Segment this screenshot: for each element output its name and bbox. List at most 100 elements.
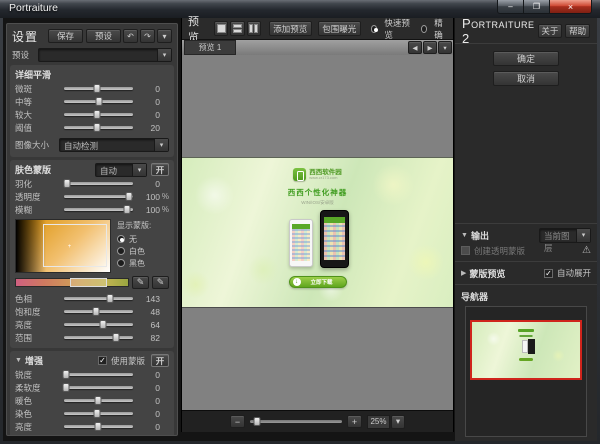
radio-icon[interactable] — [117, 247, 125, 255]
preset-combobox[interactable]: ▾ — [38, 48, 172, 62]
preview-panel: 预览 添加预览 包围曝光 快速预览 精确 预览 1 ◀ ▶ — [181, 18, 454, 432]
collapse-arrow-icon[interactable]: ▼ — [15, 357, 22, 364]
slider-track[interactable] — [64, 373, 133, 376]
slider-thumb[interactable] — [95, 97, 102, 106]
slider-track[interactable] — [64, 297, 133, 300]
ok-button[interactable]: 确定 — [493, 51, 559, 66]
bracket-exposure-button[interactable]: 包围曝光 — [318, 21, 361, 36]
slider-track[interactable] — [64, 425, 133, 428]
chevron-down-icon[interactable]: ▾ — [391, 415, 405, 429]
chevron-down-icon[interactable]: ▾ — [132, 164, 146, 176]
view-split-horizontal-button[interactable] — [230, 21, 244, 36]
preview-canvas[interactable]: 西西软件园 www.cr173.com 西西个性化神器 WIN/IOS/安卓版 … — [182, 55, 453, 410]
zoom-level-value: 25% — [367, 415, 390, 429]
promo-phones — [287, 210, 349, 270]
eyedropper-add-icon[interactable]: ✎ — [132, 276, 149, 289]
slider-thumb[interactable] — [100, 320, 107, 329]
chevron-down-icon[interactable]: ▾ — [157, 49, 171, 61]
slider-track[interactable] — [64, 386, 133, 389]
slider-track[interactable] — [64, 310, 133, 313]
slider-thumb[interactable] — [94, 435, 101, 437]
maximize-button[interactable]: ❐ — [524, 0, 550, 14]
slider-thumb[interactable] — [63, 383, 70, 392]
slider-thumb[interactable] — [124, 205, 131, 214]
undo-icon[interactable]: ↶ — [123, 29, 138, 43]
view-single-button[interactable] — [214, 21, 228, 36]
navigator-box[interactable] — [465, 306, 587, 437]
redo-icon[interactable]: ↷ — [140, 29, 155, 43]
slider-thumb[interactable] — [93, 307, 100, 316]
skin-mask-toggle-button[interactable]: 开 — [151, 163, 169, 176]
slider-thumb[interactable] — [94, 409, 101, 418]
zoom-in-button[interactable]: + — [347, 415, 362, 428]
radio-icon[interactable] — [117, 259, 125, 267]
slider-thumb[interactable] — [94, 422, 101, 431]
slider-track[interactable] — [64, 412, 133, 415]
zoom-out-button[interactable]: − — [230, 415, 245, 428]
view-split-vertical-button[interactable] — [247, 21, 261, 36]
zoom-slider-track[interactable] — [250, 420, 342, 423]
navigator-thumbnail[interactable] — [470, 320, 582, 380]
expand-arrow-icon[interactable]: ▶ — [461, 269, 466, 277]
chevron-down-icon[interactable]: ▾ — [154, 139, 168, 151]
help-button[interactable]: 帮助 — [565, 24, 590, 38]
output-target-dropdown[interactable]: 当前图层 ▾ — [539, 228, 591, 243]
fast-preview-option[interactable]: 快速预览 — [371, 17, 411, 41]
slider-thumb[interactable] — [113, 333, 120, 342]
slider-thumb[interactable] — [94, 84, 101, 93]
slider-thumb[interactable] — [63, 179, 70, 188]
eyedropper-subtract-icon[interactable]: ✎ — [152, 276, 169, 289]
chevron-down-icon[interactable]: ▾ — [576, 229, 590, 242]
slider-track[interactable] — [64, 87, 133, 90]
image-size-dropdown[interactable]: 自动检测 ▾ — [59, 138, 169, 152]
slider-track[interactable] — [64, 182, 133, 185]
presets-button[interactable]: 预设 — [86, 29, 121, 43]
tab-next-icon[interactable]: ▶ — [423, 41, 437, 54]
enhance-toggle-button[interactable]: 开 — [151, 354, 169, 367]
slider-thumb[interactable] — [94, 110, 101, 119]
more-dropdown-icon[interactable]: ▾ — [157, 29, 172, 43]
save-button[interactable]: 保存 — [48, 29, 83, 43]
slider-track[interactable] — [64, 195, 133, 198]
radio-icon[interactable] — [371, 25, 378, 33]
saturation-brightness-box[interactable]: + — [15, 219, 111, 273]
preview-image[interactable]: 西西软件园 www.cr173.com 西西个性化神器 WIN/IOS/安卓版 … — [182, 157, 453, 308]
collapse-arrow-icon[interactable]: ▼ — [461, 232, 468, 239]
tab-preview-1[interactable]: 预览 1 — [184, 40, 236, 55]
radio-icon[interactable] — [421, 25, 427, 33]
about-button[interactable]: 关于 — [538, 24, 563, 38]
slider-track[interactable] — [64, 336, 133, 339]
transparent-mask-checkbox[interactable] — [461, 246, 470, 255]
precise-option[interactable]: 精确 — [421, 17, 447, 41]
skin-mask-mode-dropdown[interactable]: 自动 ▾ — [95, 163, 147, 177]
zoom-slider-thumb[interactable] — [254, 417, 261, 426]
use-mask-checkbox[interactable]: ✓ — [98, 356, 107, 365]
hue-selection-window[interactable] — [70, 278, 107, 287]
slider-track[interactable] — [64, 323, 133, 326]
slider-track[interactable] — [64, 100, 133, 103]
slider-thumb[interactable] — [94, 396, 101, 405]
mask-black-option[interactable]: 黑色 — [117, 257, 169, 269]
mask-white-option[interactable]: 白色 — [117, 245, 169, 257]
color-selection-rect[interactable] — [43, 224, 107, 268]
slider-track[interactable] — [64, 208, 133, 211]
slider-label: 模糊 — [15, 204, 59, 216]
slider-thumb[interactable] — [106, 294, 113, 303]
zoom-level-dropdown[interactable]: 25% ▾ — [367, 415, 405, 429]
slider-track[interactable] — [64, 399, 133, 402]
slider-thumb[interactable] — [125, 192, 132, 201]
hue-strip[interactable] — [15, 278, 129, 287]
slider-thumb[interactable] — [94, 123, 101, 132]
auto-expand-checkbox[interactable]: ✓ — [544, 269, 553, 278]
tab-prev-icon[interactable]: ◀ — [408, 41, 422, 54]
tab-list-icon[interactable]: ▾ — [438, 41, 452, 54]
close-button[interactable]: × — [550, 0, 592, 14]
slider-track[interactable] — [64, 113, 133, 116]
mask-none-option[interactable]: 无 — [117, 233, 169, 245]
minimize-button[interactable]: – — [497, 0, 524, 14]
add-preview-button[interactable]: 添加预览 — [269, 21, 312, 36]
slider-track[interactable] — [64, 126, 133, 129]
cancel-button[interactable]: 取消 — [493, 71, 559, 86]
slider-thumb[interactable] — [63, 370, 70, 379]
radio-icon[interactable] — [117, 235, 125, 243]
